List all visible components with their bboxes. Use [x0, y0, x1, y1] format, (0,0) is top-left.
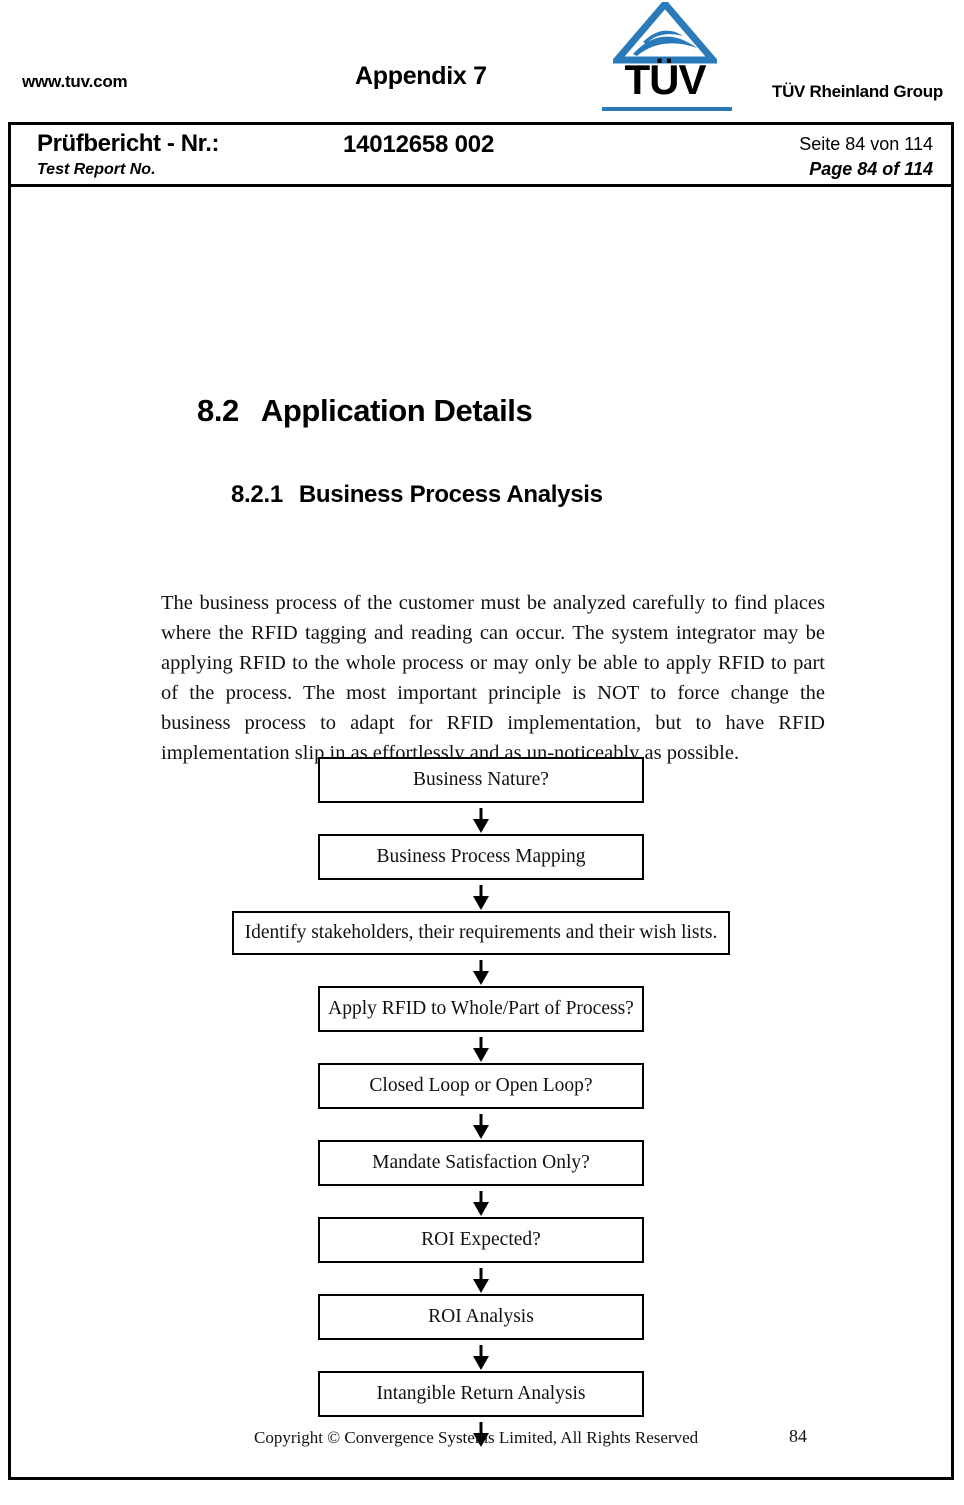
subsection-heading-8-2-1: 8.2.1 Business Process Analysis — [231, 481, 603, 509]
page-masthead: www.tuv.com Appendix 7 TÜV TÜV Rheinland… — [0, 0, 964, 122]
business-process-flowchart: Business Nature? Business Process Mapping… — [11, 757, 951, 1448]
footer-copyright: Copyright © Convergence Systems Limited,… — [254, 1428, 699, 1447]
flow-connector-arrow — [11, 1268, 951, 1294]
section-heading-text: Application Details — [260, 393, 533, 428]
flow-step-label: ROI Analysis — [428, 1306, 534, 1327]
flow-step-box: Business Nature? — [318, 757, 644, 803]
flow-connector-arrow — [11, 1037, 951, 1063]
intro-paragraph: The business process of the customer mus… — [161, 591, 825, 764]
flow-step-row: Identify stakeholders, their requirement… — [11, 911, 951, 960]
flow-step-box: ROI Analysis — [318, 1294, 644, 1340]
flow-step-label: Apply RFID to Whole/Part of Process? — [328, 998, 634, 1019]
flow-step-label: Business Nature? — [413, 769, 549, 790]
flow-connector-arrow — [11, 960, 951, 986]
tuv-group-label: TÜV Rheinland Group — [772, 82, 943, 101]
flow-step-row: Business Nature? — [11, 757, 951, 808]
flow-step-row: ROI Expected? — [11, 1217, 951, 1268]
page-frame: Prüfbericht - Nr.: Test Report No. 14012… — [8, 122, 954, 1480]
site-url-text: www.tuv.com — [22, 72, 128, 91]
flow-step-label: Intangible Return Analysis — [376, 1383, 586, 1404]
flow-step-box: Identify stakeholders, their requirement… — [232, 911, 730, 955]
flow-connector-arrow — [11, 1114, 951, 1140]
report-label-de: Prüfbericht - Nr.: — [37, 130, 220, 157]
footer-page-number: 84 — [789, 1426, 807, 1446]
report-label-en: Test Report No. — [37, 161, 156, 178]
subsection-heading-number: 8.2.1 — [231, 481, 283, 508]
tuv-wordmark-text: TÜV — [624, 56, 707, 103]
flow-step-row: ROI Analysis — [11, 1294, 951, 1345]
flow-step-box: Apply RFID to Whole/Part of Process? — [318, 986, 644, 1032]
section-heading-8-2: 8.2 Application Details — [197, 393, 533, 429]
flow-step-label: Mandate Satisfaction Only? — [372, 1152, 590, 1173]
flow-step-label: Closed Loop or Open Loop? — [369, 1075, 593, 1096]
page-info-en: Page 84 of 114 — [809, 159, 933, 179]
subsection-heading-text: Business Process Analysis — [298, 481, 603, 508]
flow-step-box: Mandate Satisfaction Only? — [318, 1140, 644, 1186]
section-heading-number: 8.2 — [197, 393, 239, 428]
flow-step-row: Intangible Return Analysis — [11, 1371, 951, 1422]
flow-step-row: Closed Loop or Open Loop? — [11, 1063, 951, 1114]
flow-step-label: Identify stakeholders, their requirement… — [244, 922, 718, 943]
report-number-value: 14012658 002 — [343, 131, 495, 158]
flow-step-label: ROI Expected? — [421, 1229, 541, 1250]
flow-connector-arrow — [11, 1191, 951, 1217]
flow-step-box: Closed Loop or Open Loop? — [318, 1063, 644, 1109]
flow-step-row: Mandate Satisfaction Only? — [11, 1140, 951, 1191]
flow-step-row: Apply RFID to Whole/Part of Process? — [11, 986, 951, 1037]
tuv-logo: TÜV — [595, 0, 745, 118]
flow-step-row: Business Process Mapping — [11, 834, 951, 885]
flow-step-box: ROI Expected? — [318, 1217, 644, 1263]
flow-step-box: Intangible Return Analysis — [318, 1371, 644, 1417]
flow-step-box: Business Process Mapping — [318, 834, 644, 880]
flow-connector-arrow — [11, 808, 951, 834]
report-header-band: Prüfbericht - Nr.: Test Report No. 14012… — [11, 125, 951, 187]
tuv-accent-rule — [602, 107, 732, 111]
appendix-title: Appendix 7 — [355, 62, 487, 90]
flow-step-label: Business Process Mapping — [376, 846, 586, 867]
flow-connector-arrow — [11, 885, 951, 911]
flow-connector-arrow — [11, 1345, 951, 1371]
document-body: 8.2 Application Details 8.2.1 Business Pro… — [11, 187, 951, 1477]
page-info-de: Seite 84 von 114 — [799, 134, 933, 154]
